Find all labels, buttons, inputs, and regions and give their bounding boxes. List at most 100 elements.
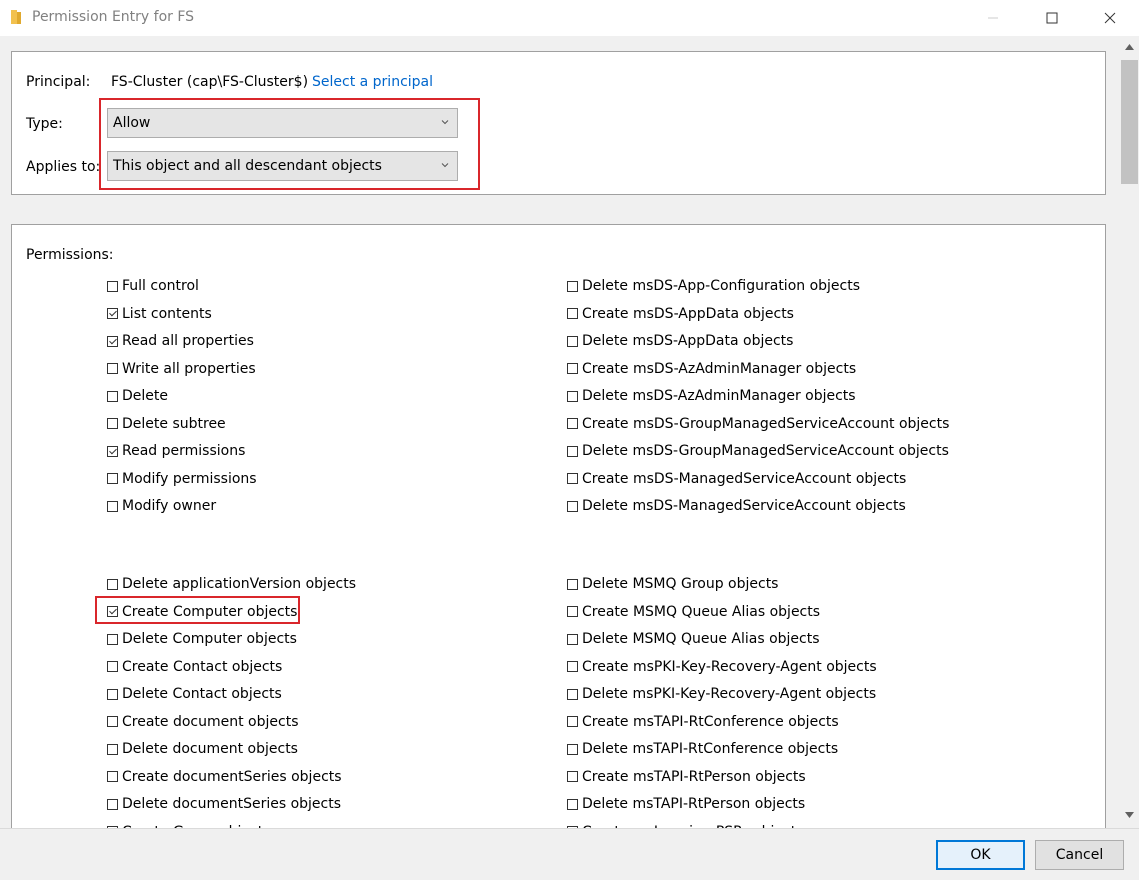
permission-label: Create msTAPI-RtConference objects xyxy=(582,713,839,730)
checkbox-icon[interactable] xyxy=(567,606,578,617)
checkbox-icon[interactable] xyxy=(567,743,578,755)
permission-checkbox[interactable]: Delete msTAPI-RtPerson objects xyxy=(567,794,805,814)
create-computer-highlight xyxy=(95,596,300,624)
permission-checkbox[interactable]: Delete document objects xyxy=(107,739,298,759)
checkbox-icon[interactable] xyxy=(107,473,118,484)
permission-checkbox[interactable]: Create Contact objects xyxy=(107,657,282,677)
permission-checkbox[interactable]: Full control xyxy=(107,276,199,296)
permission-label: Create msPKI-Key-Recovery-Agent objects xyxy=(582,658,877,675)
checkbox-icon[interactable] xyxy=(107,363,118,374)
permission-label: Create msDS-AzAdminManager objects xyxy=(582,360,857,377)
minimize-button[interactable] xyxy=(970,0,1016,36)
checkbox-icon[interactable] xyxy=(567,798,578,810)
minimize-icon xyxy=(988,17,998,19)
permission-checkbox[interactable]: Create msTAPI-RtConference objects xyxy=(567,712,839,732)
checkbox-icon[interactable] xyxy=(107,280,118,292)
permission-checkbox[interactable]: Delete Contact objects xyxy=(107,684,282,704)
permission-checkbox[interactable]: Create msDS-GroupManagedServiceAccount o… xyxy=(567,414,949,434)
permission-checkbox[interactable]: Delete msPKI-Key-Recovery-Agent objects xyxy=(567,684,876,704)
permission-checkbox[interactable]: Write all properties xyxy=(107,359,256,379)
checkbox-icon[interactable] xyxy=(107,500,118,512)
checkbox-icon[interactable] xyxy=(567,771,578,782)
scroll-up-icon[interactable] xyxy=(1125,44,1134,50)
checkbox-icon[interactable] xyxy=(107,688,118,700)
permission-checkbox[interactable]: Read all properties xyxy=(107,331,254,351)
close-button[interactable] xyxy=(1087,0,1133,36)
checkbox-icon[interactable] xyxy=(567,500,578,512)
checkbox-icon[interactable] xyxy=(107,798,118,810)
checkbox-icon[interactable] xyxy=(567,390,578,402)
select-principal-link[interactable]: Select a principal xyxy=(312,74,433,90)
permission-label: Create msTAPI-RtPerson objects xyxy=(582,768,806,785)
permission-checkbox[interactable]: Create msDS-ManagedServiceAccount object… xyxy=(567,469,906,489)
permission-checkbox[interactable]: Create msDS-AppData objects xyxy=(567,304,794,324)
permission-checkbox[interactable]: Create msPKI-Key-Recovery-Agent objects xyxy=(567,657,877,677)
checkbox-icon[interactable] xyxy=(567,418,578,429)
checkbox-icon[interactable] xyxy=(567,633,578,645)
permission-checkbox[interactable]: Delete msDS-AppData objects xyxy=(567,331,793,351)
checkbox-icon[interactable] xyxy=(567,473,578,484)
scrollbar-thumb[interactable] xyxy=(1121,60,1138,184)
client-area: Principal: FS-Cluster (cap\FS-Cluster$) … xyxy=(0,36,1139,828)
checkbox-icon[interactable] xyxy=(567,716,578,727)
permission-checkbox[interactable]: Delete subtree xyxy=(107,414,226,434)
checkbox-icon[interactable] xyxy=(107,578,118,590)
checkbox-icon[interactable] xyxy=(567,445,578,457)
checkbox-icon[interactable] xyxy=(107,771,118,782)
checkbox-icon[interactable] xyxy=(567,661,578,672)
permission-checkbox[interactable]: Delete applicationVersion objects xyxy=(107,574,356,594)
permission-label: Delete msTAPI-RtPerson objects xyxy=(582,796,806,812)
permission-checkbox[interactable]: Delete msDS-AzAdminManager objects xyxy=(567,386,856,406)
permission-checkbox[interactable]: Delete msDS-GroupManagedServiceAccount o… xyxy=(567,441,949,461)
checkbox-icon[interactable] xyxy=(107,445,118,457)
title-bar[interactable]: Permission Entry for FS xyxy=(0,0,1139,36)
dialog-footer: OK Cancel xyxy=(0,828,1139,880)
permission-label: Delete msDS-AppData objects xyxy=(582,333,794,349)
permission-checkbox[interactable]: Delete msDS-ManagedServiceAccount object… xyxy=(567,496,906,516)
permission-checkbox[interactable]: Read permissions xyxy=(107,441,245,461)
permission-checkbox[interactable]: Delete MSMQ Group objects xyxy=(567,574,778,594)
scroll-down-icon[interactable] xyxy=(1125,812,1134,818)
permission-label: List contents xyxy=(122,305,212,322)
permission-checkbox[interactable]: Create MSMQ Queue Alias objects xyxy=(567,602,820,622)
permission-checkbox[interactable]: Modify permissions xyxy=(107,469,257,489)
checkbox-icon[interactable] xyxy=(107,716,118,727)
principal-label: Principal: xyxy=(26,74,91,90)
checkbox-icon[interactable] xyxy=(567,280,578,292)
checkbox-icon[interactable] xyxy=(107,390,118,402)
permission-label: Create MSMQ Queue Alias objects xyxy=(582,603,821,620)
permission-checkbox[interactable]: Create documentSeries objects xyxy=(107,767,342,787)
permission-checkbox[interactable]: Create msDS-AzAdminManager objects xyxy=(567,359,856,379)
permission-checkbox[interactable]: Delete xyxy=(107,386,168,406)
permission-checkbox[interactable]: Delete msDS-App-Configuration objects xyxy=(567,276,860,296)
permission-label: Delete MSMQ Queue Alias objects xyxy=(582,631,820,647)
permission-checkbox[interactable]: List contents xyxy=(107,304,212,324)
checkbox-icon[interactable] xyxy=(107,633,118,645)
checkbox-icon[interactable] xyxy=(567,335,578,347)
permission-label: Delete documentSeries objects xyxy=(122,796,342,812)
permission-checkbox[interactable]: Modify owner xyxy=(107,496,216,516)
permission-label: Delete subtree xyxy=(122,415,226,432)
cancel-button[interactable]: Cancel xyxy=(1035,840,1124,870)
checkbox-icon[interactable] xyxy=(567,308,578,319)
checkbox-icon[interactable] xyxy=(107,308,118,319)
checkbox-icon[interactable] xyxy=(567,688,578,700)
permission-checkbox[interactable]: Delete MSMQ Queue Alias objects xyxy=(567,629,820,649)
permission-checkbox[interactable]: Create msTAPI-RtPerson objects xyxy=(567,767,806,787)
checkbox-icon[interactable] xyxy=(107,661,118,672)
checkbox-icon[interactable] xyxy=(107,418,118,429)
maximize-button[interactable] xyxy=(1029,0,1075,36)
permission-label: Delete msTAPI-RtConference objects xyxy=(582,741,839,757)
permission-checkbox[interactable]: Delete documentSeries objects xyxy=(107,794,341,814)
permission-checkbox[interactable]: Create document objects xyxy=(107,712,299,732)
vertical-scrollbar[interactable] xyxy=(1120,36,1139,828)
permission-label: Delete msDS-AzAdminManager objects xyxy=(582,388,856,404)
permissions-panel: Permissions: Full control List contents Re… xyxy=(11,224,1106,828)
checkbox-icon[interactable] xyxy=(567,578,578,590)
ok-button[interactable]: OK xyxy=(936,840,1025,870)
checkbox-icon[interactable] xyxy=(567,363,578,374)
checkbox-icon[interactable] xyxy=(107,335,118,347)
permission-checkbox[interactable]: Delete msTAPI-RtConference objects xyxy=(567,739,838,759)
permission-checkbox[interactable]: Delete Computer objects xyxy=(107,629,297,649)
checkbox-icon[interactable] xyxy=(107,743,118,755)
